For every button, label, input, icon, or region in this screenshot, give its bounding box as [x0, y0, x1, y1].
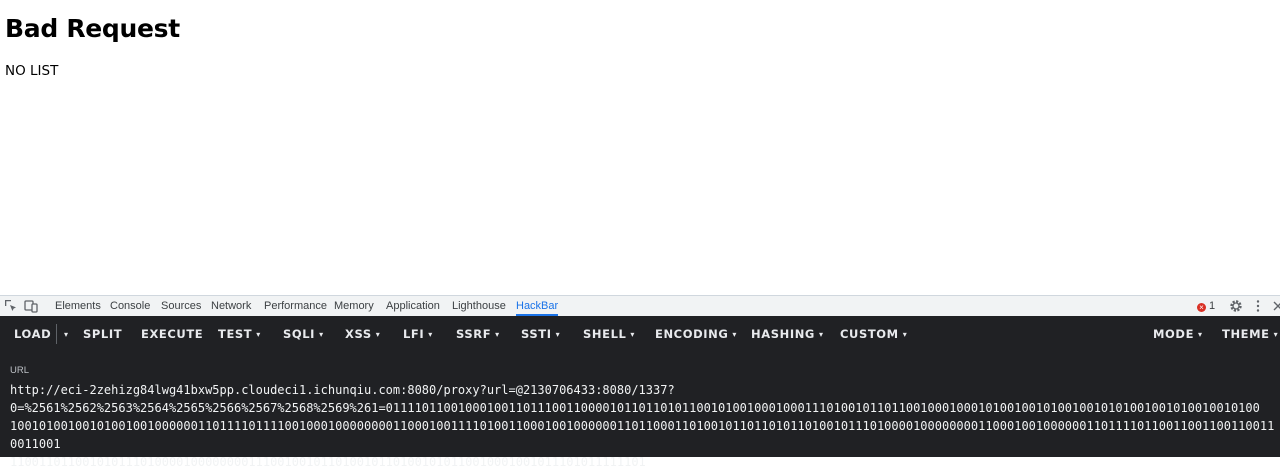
error-icon: × — [1197, 303, 1206, 312]
caret-down-icon: ▾ — [818, 330, 824, 339]
devtools-tab-bar: Elements Console Sources Network Performance… — [0, 295, 1280, 316]
page-content: Bad Request NO LIST — [0, 0, 1280, 295]
close-devtools-icon[interactable] — [1271, 299, 1280, 313]
tab-sources[interactable]: Sources — [161, 296, 201, 316]
lfi-button[interactable]: LFI ▾ — [403, 316, 433, 352]
test-button[interactable]: TEST ▾ — [218, 316, 261, 352]
mode-button[interactable]: MODE ▾ — [1153, 316, 1203, 352]
tab-performance[interactable]: Performance — [264, 296, 327, 316]
caret-down-icon: ▾ — [319, 330, 324, 339]
caret-down-icon: ▾ — [256, 330, 261, 339]
url-line: 1100110110010101110100001000000001110010… — [10, 455, 646, 469]
devtools-panel: Elements Console Sources Network Performance… — [0, 295, 1280, 469]
caret-down-icon: ▾ — [375, 330, 381, 339]
url-line: 1001010010010100100100000011011110111100… — [10, 419, 1275, 451]
device-toolbar-icon[interactable] — [24, 299, 38, 313]
caret-down-icon: ▾ — [630, 330, 636, 339]
execute-button[interactable]: EXECUTE — [141, 316, 203, 352]
xss-button[interactable]: XSS ▾ — [345, 316, 380, 352]
sqli-button[interactable]: SQLI ▾ — [283, 316, 324, 352]
hackbar-toolbar: LOAD ▾ SPLIT EXECUTE TEST ▾ SQLI ▾ XSS ▾ LFI ▾ SSRF ▾… — [0, 316, 1280, 352]
caret-down-icon: ▾ — [428, 330, 433, 339]
caret-down-icon: ▾ — [64, 330, 69, 339]
caret-down-icon: ▾ — [1198, 330, 1203, 339]
ssrf-button[interactable]: SSRF ▾ — [456, 316, 500, 352]
encoding-button[interactable]: ENCODING ▾ — [655, 316, 737, 352]
error-message: NO LIST — [5, 63, 59, 79]
hashing-button[interactable]: HASHING ▾ — [751, 316, 824, 352]
tab-application[interactable]: Application — [386, 296, 440, 316]
settings-gear-icon[interactable] — [1229, 299, 1243, 313]
error-count-badge[interactable]: × 1 — [1197, 296, 1215, 316]
toolbar-divider — [56, 324, 57, 344]
load-options-dropdown[interactable]: ▾ — [60, 316, 69, 352]
ssti-button[interactable]: SSTI ▾ — [521, 316, 560, 352]
tab-hackbar[interactable]: HackBar — [516, 296, 559, 316]
tab-memory[interactable]: Memory — [334, 296, 374, 316]
tab-console[interactable]: Console — [110, 296, 150, 316]
caret-down-icon: ▾ — [555, 330, 561, 339]
theme-button[interactable]: THEME ▾ — [1222, 316, 1278, 352]
shell-button[interactable]: SHELL ▾ — [583, 316, 635, 352]
hackbar-body: URL http://eci-2zehizg84lwg41bxw5pp.clou… — [0, 352, 1280, 469]
split-button[interactable]: SPLIT — [83, 316, 122, 352]
inspect-element-icon[interactable] — [4, 299, 18, 313]
load-button[interactable]: LOAD — [14, 316, 51, 352]
tab-lighthouse[interactable]: Lighthouse — [452, 296, 506, 316]
more-options-icon[interactable] — [1251, 299, 1265, 313]
url-input[interactable]: http://eci-2zehizg84lwg41bxw5pp.cloudeci… — [10, 381, 1278, 471]
custom-button[interactable]: CUSTOM ▾ — [840, 316, 907, 352]
caret-down-icon: ▾ — [902, 330, 908, 339]
page-title: Bad Request — [5, 14, 180, 43]
url-label: URL — [10, 365, 30, 376]
caret-down-icon: ▾ — [495, 330, 500, 339]
url-line: http://eci-2zehizg84lwg41bxw5pp.cloudeci… — [10, 383, 675, 397]
tab-elements[interactable]: Elements — [55, 296, 101, 316]
url-line: 0=%2561%2562%2563%2564%2565%2566%2567%25… — [10, 401, 1260, 415]
caret-down-icon: ▾ — [732, 330, 738, 339]
caret-down-icon: ▾ — [1273, 330, 1279, 339]
tab-network[interactable]: Network — [211, 296, 251, 316]
